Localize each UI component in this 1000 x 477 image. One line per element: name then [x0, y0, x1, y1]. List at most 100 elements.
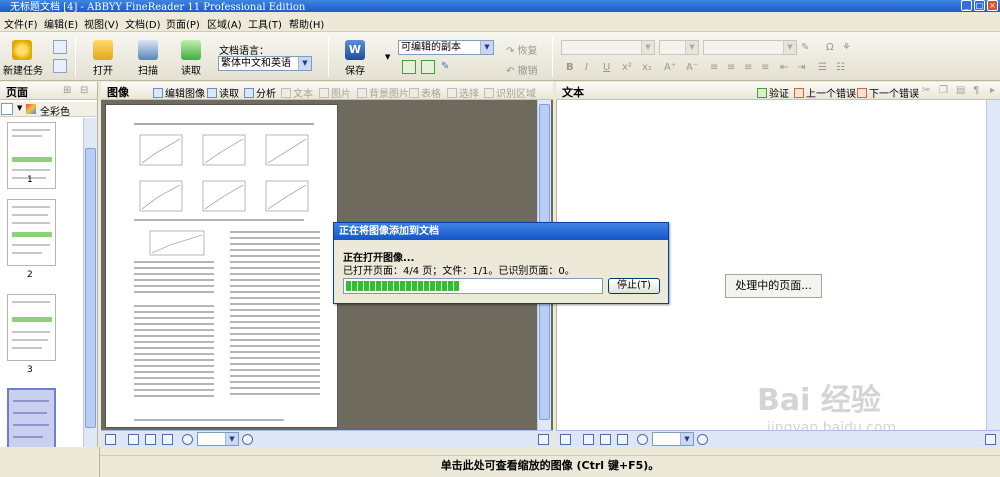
shrink-font-button[interactable]: A⁻ [686, 62, 698, 73]
text-area-button[interactable]: 文本 [281, 85, 313, 100]
new-task-button[interactable]: 新建任务 [3, 40, 43, 77]
tools-icon[interactable]: ✎ [441, 61, 449, 72]
stop-button[interactable]: 停止(T) [608, 278, 660, 294]
zoom-in-icon[interactable] [242, 434, 253, 445]
small-copy-icon[interactable] [53, 59, 67, 73]
word-doc-icon: W [345, 40, 365, 60]
subscript-button[interactable]: x² [622, 62, 632, 73]
bold-button[interactable]: B [566, 62, 574, 73]
green-page-icon[interactable] [402, 60, 416, 74]
verify-button[interactable]: 验证 [757, 85, 789, 100]
list-icon[interactable]: ☰ [818, 62, 827, 73]
close-button[interactable]: × [987, 0, 998, 11]
view-mode-select[interactable] [1, 103, 13, 115]
select-button[interactable]: 选择 [447, 85, 479, 100]
menu-area[interactable]: 区域(A) [207, 16, 242, 31]
page-view-icon[interactable] [617, 434, 628, 445]
color-mode-bar: ▼ 全彩色 [0, 102, 97, 118]
zoom-out-icon[interactable] [637, 434, 648, 445]
small-page-icon[interactable] [53, 40, 67, 54]
grow-font-button[interactable]: A⁺ [664, 62, 676, 73]
menu-edit[interactable]: 编辑(E) [44, 16, 78, 31]
paste-icon[interactable]: ▤ [956, 85, 965, 96]
chevron-down-icon: ▼ [641, 41, 654, 54]
omega-icon[interactable]: Ω [826, 42, 834, 53]
menu-tools[interactable]: 工具(T) [248, 16, 282, 31]
indent-decrease-icon[interactable]: ⇤ [780, 62, 788, 73]
grid-view-icon[interactable] [128, 434, 139, 445]
indent-increase-icon[interactable]: ⇥ [797, 62, 805, 73]
prev-error-button[interactable]: 上一个错误 [794, 85, 856, 100]
scan-button[interactable]: 扫描 [133, 40, 163, 77]
analyze-label: 分析 [256, 89, 276, 100]
text-zoom-select[interactable]: ▼ [652, 432, 694, 446]
underline-button[interactable]: U [603, 62, 610, 73]
split-view-icon[interactable] [600, 434, 611, 445]
recognition-area-label: 识别区域 [496, 89, 536, 100]
page-delete-icon[interactable]: ⊟ [80, 85, 88, 96]
align-center-icon[interactable]: ≡ [727, 62, 735, 73]
table-area-button[interactable]: 表格 [409, 85, 441, 100]
page-thumbnail-4[interactable] [7, 388, 56, 455]
page-add-icon[interactable]: ⊞ [63, 85, 71, 96]
menu-help[interactable]: 帮助(H) [289, 16, 324, 31]
layout-page-icon[interactable] [421, 60, 435, 74]
page-thumbnail-3[interactable] [7, 294, 56, 361]
numbered-list-icon[interactable]: ☷ [836, 62, 845, 73]
font-select[interactable]: ▼ [659, 40, 699, 55]
italic-button[interactable]: I [585, 62, 588, 73]
font-size-select[interactable]: ▼ [703, 40, 797, 55]
minimize-button[interactable]: _ [961, 0, 972, 11]
align-left-icon[interactable]: ≡ [710, 62, 718, 73]
pages-scrollbar-thumb[interactable] [85, 148, 96, 428]
status-bar-zoom-hint[interactable]: 单击此处可查看缩放的图像 (Ctrl 键+F5)。 [100, 455, 1000, 477]
page-view-icon[interactable] [162, 434, 173, 445]
paragraph-icon[interactable]: ¶ [973, 85, 979, 96]
background-picture-button[interactable]: 背景图片 [357, 85, 409, 100]
read-pane-button[interactable]: 读取 [207, 85, 239, 100]
chevron-double-down-icon[interactable] [985, 434, 996, 445]
text-scrollbar[interactable] [986, 100, 1000, 430]
clear-format-icon[interactable]: ✎ [801, 42, 809, 53]
next-error-button[interactable]: 下一个错误 [857, 85, 919, 100]
cut-icon[interactable]: ✂ [922, 85, 930, 96]
split-view-icon[interactable] [145, 434, 156, 445]
pages-scrollbar[interactable] [83, 118, 97, 447]
chevron-double-down-icon[interactable] [538, 434, 549, 445]
chevron-double-down-icon[interactable] [105, 434, 116, 445]
save-label: 保存 [345, 66, 365, 77]
save-dropdown-arrow-icon[interactable]: ▼ [385, 53, 390, 61]
page-thumbnail-2[interactable] [7, 199, 56, 266]
justify-icon[interactable]: ≡ [761, 62, 769, 73]
superscript-button[interactable]: x₂ [642, 62, 652, 73]
menu-file[interactable]: 文件(F) [4, 16, 38, 31]
maximize-button[interactable]: □ [974, 0, 985, 11]
menu-document[interactable]: 文档(D) [125, 16, 161, 31]
style-select[interactable]: ▼ [561, 40, 655, 55]
chevron-down-icon[interactable]: ▼ [17, 104, 22, 112]
grid-view-icon[interactable] [583, 434, 594, 445]
chevron-double-down-icon[interactable] [560, 434, 571, 445]
align-right-icon[interactable]: ≡ [744, 62, 752, 73]
zoom-out-icon[interactable] [182, 434, 193, 445]
analyze-button[interactable]: 分析 [244, 85, 276, 100]
more-icon[interactable]: ▸ [990, 85, 995, 96]
image-zoom-select[interactable]: ▼ [197, 432, 239, 446]
undo-button[interactable]: ↶ 撤销 [506, 62, 538, 77]
open-button[interactable]: 打开 [88, 40, 118, 77]
save-format-select[interactable]: 可编辑的副本 ▼ [398, 40, 494, 55]
document-page-image[interactable] [105, 104, 338, 428]
edit-image-button[interactable]: 编辑图像 [153, 85, 205, 100]
insert-symbol-icon[interactable]: ⚘ [842, 42, 851, 53]
menu-page[interactable]: 页面(P) [166, 16, 200, 31]
copy-icon[interactable]: ❐ [939, 85, 948, 96]
doc-language-select[interactable]: 繁体中文和英语 ▼ [218, 56, 312, 71]
zoom-in-icon[interactable] [697, 434, 708, 445]
restore-button[interactable]: ↷ 恢复 [506, 42, 538, 57]
menu-view[interactable]: 视图(V) [84, 16, 119, 31]
read-button[interactable]: 读取 [176, 40, 206, 77]
picture-area-button[interactable]: 图片 [319, 85, 351, 100]
background-picture-label: 背景图片 [369, 89, 409, 100]
save-button[interactable]: W 保存 [340, 40, 370, 77]
recognition-area-button[interactable]: 识别区域 [484, 85, 536, 100]
